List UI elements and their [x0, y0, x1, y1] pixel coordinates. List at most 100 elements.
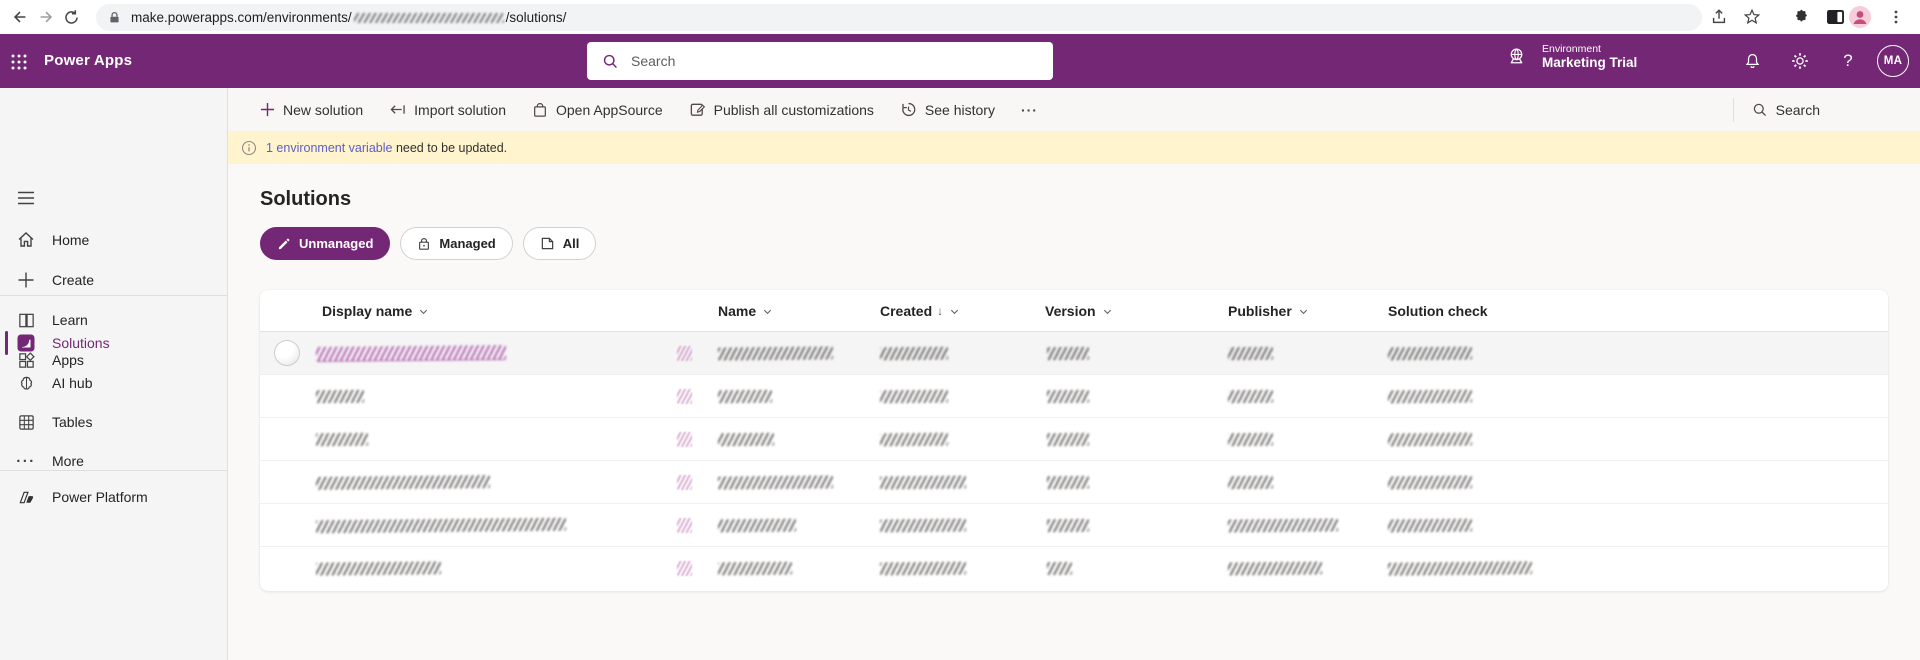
redacted-name: [717, 346, 834, 361]
redacted-created: [879, 475, 967, 490]
share-icon[interactable]: [1707, 5, 1731, 29]
global-search-input[interactable]: Search: [587, 42, 1053, 80]
table-row[interactable]: [260, 332, 1888, 375]
redacted-solution-check: [1387, 389, 1473, 404]
waffle-menu-icon[interactable]: [8, 51, 30, 73]
table-row[interactable]: [260, 547, 1888, 590]
column-header-created[interactable]: Created ↓: [880, 290, 960, 332]
column-header-publisher[interactable]: Publisher: [1228, 290, 1309, 332]
info-icon: [241, 140, 257, 155]
table-grid-icon: [16, 412, 36, 432]
table-row[interactable]: [260, 375, 1888, 418]
column-header-solution-check[interactable]: Solution check: [1388, 290, 1488, 332]
ai-brain-icon: [16, 373, 36, 393]
table-row[interactable]: [260, 418, 1888, 461]
environment-picker[interactable]: Environment Marketing Trial: [1506, 43, 1637, 71]
sidebar-item-solutions[interactable]: Solutions: [0, 325, 228, 361]
table-header-row: Display name Name Created ↓ Version Publisher…: [260, 290, 1888, 332]
redacted-solution-check: [1387, 346, 1473, 361]
extensions-puzzle-icon[interactable]: [1789, 5, 1813, 29]
table-row[interactable]: [260, 504, 1888, 547]
filter-pill-all[interactable]: All: [522, 227, 597, 260]
pencil-icon: [278, 238, 290, 249]
history-clock-icon: [902, 102, 916, 117]
more-ellipsis-icon: ···: [16, 452, 36, 470]
help-icon[interactable]: ?: [1836, 49, 1860, 73]
redacted-glyph: [677, 389, 692, 404]
url-text: make.powerapps.com/environments//solutio…: [131, 10, 567, 25]
managed-filter-group: Unmanaged Managed All: [260, 227, 597, 260]
url-redacted-segment: [353, 13, 504, 23]
power-apps-solutions-page: make.powerapps.com/environments//solutio…: [0, 0, 1920, 660]
hamburger-menu-icon[interactable]: [14, 186, 38, 210]
search-icon: [1753, 103, 1766, 116]
notifications-bell-icon[interactable]: [1740, 49, 1764, 73]
redacted-name: [717, 561, 793, 576]
page-title: Solutions: [260, 188, 352, 210]
open-appsource-button[interactable]: Open AppSource: [532, 101, 663, 118]
side-panel-icon[interactable]: [1823, 5, 1847, 29]
message-banner: 1 environment variable need to be update…: [228, 131, 1920, 164]
command-overflow-button[interactable]: ···: [1021, 102, 1038, 118]
browser-profile-avatar[interactable]: [1848, 5, 1872, 29]
bookmark-star-icon[interactable]: [1740, 5, 1764, 29]
browser-back-icon[interactable]: [8, 5, 32, 29]
table-row[interactable]: [260, 461, 1888, 504]
sidebar-item-create[interactable]: Create: [0, 262, 228, 298]
sidebar-item-power-platform[interactable]: Power Platform: [0, 479, 228, 515]
browser-reload-icon[interactable]: [59, 5, 83, 29]
see-history-button[interactable]: See history: [900, 101, 995, 118]
row-status-spinner: [274, 340, 300, 366]
import-solution-button[interactable]: Import solution: [389, 102, 506, 118]
redacted-version: [1046, 475, 1090, 490]
column-header-display-name[interactable]: Display name: [322, 290, 429, 332]
solutions-table: Display name Name Created ↓ Version Publisher…: [260, 290, 1888, 591]
browser-menu-kebab-icon[interactable]: [1884, 5, 1908, 29]
browser-forward-icon[interactable]: [34, 5, 58, 29]
new-solution-button[interactable]: New solution: [260, 102, 363, 118]
power-platform-icon: [16, 487, 36, 507]
redacted-publisher: [1227, 561, 1323, 576]
environment-name: Marketing Trial: [1542, 55, 1638, 71]
sidebar-item-tables[interactable]: Tables: [0, 404, 228, 440]
redacted-solution-check: [1387, 561, 1533, 576]
redacted-publisher: [1227, 346, 1274, 361]
browser-toolbar: make.powerapps.com/environments//solutio…: [0, 0, 1920, 34]
global-search-placeholder: Search: [631, 53, 676, 69]
sidebar-item-more[interactable]: ··· More: [0, 443, 228, 479]
chevron-down-icon: [1298, 306, 1309, 317]
sidebar-item-ai-hub[interactable]: AI hub: [0, 365, 228, 401]
publish-all-button[interactable]: Publish all customizations: [689, 101, 874, 118]
redacted-display-name: [315, 432, 369, 447]
redacted-solution-check: [1387, 432, 1473, 447]
settings-gear-icon[interactable]: [1788, 49, 1812, 73]
sidebar-item-home[interactable]: Home: [0, 222, 228, 258]
redacted-name: [717, 432, 775, 447]
list-search-button[interactable]: Search: [1752, 102, 1820, 118]
environment-variable-link[interactable]: 1 environment variable: [266, 141, 392, 155]
redacted-version: [1046, 518, 1090, 533]
column-header-name[interactable]: Name: [718, 290, 773, 332]
redacted-display-name: [315, 517, 567, 534]
shopping-bag-icon: [534, 102, 546, 117]
chevron-down-icon: [1102, 306, 1113, 317]
add-icon: [260, 102, 275, 117]
app-header: Power Apps Search Environment Marketing …: [0, 34, 1920, 88]
redacted-solution-check: [1387, 475, 1473, 490]
filter-pill-managed[interactable]: Managed: [400, 227, 513, 260]
main-content: Solutions Unmanaged Managed All Display …: [228, 164, 1920, 660]
redacted-created: [879, 561, 967, 576]
chevron-down-icon: [762, 306, 773, 317]
plus-icon: [16, 270, 36, 290]
column-header-version[interactable]: Version: [1045, 290, 1113, 332]
product-title[interactable]: Power Apps: [44, 52, 132, 69]
redacted-glyph: [677, 518, 692, 533]
environment-globe-icon: [1510, 48, 1523, 64]
redacted-solution-check: [1387, 518, 1473, 533]
filter-pill-unmanaged[interactable]: Unmanaged: [260, 227, 391, 260]
import-arrow-icon: [390, 105, 405, 114]
address-bar[interactable]: make.powerapps.com/environments//solutio…: [96, 4, 1702, 31]
redacted-display-name: [315, 475, 491, 490]
redacted-glyph: [677, 561, 692, 576]
account-avatar[interactable]: MA: [1877, 45, 1909, 77]
